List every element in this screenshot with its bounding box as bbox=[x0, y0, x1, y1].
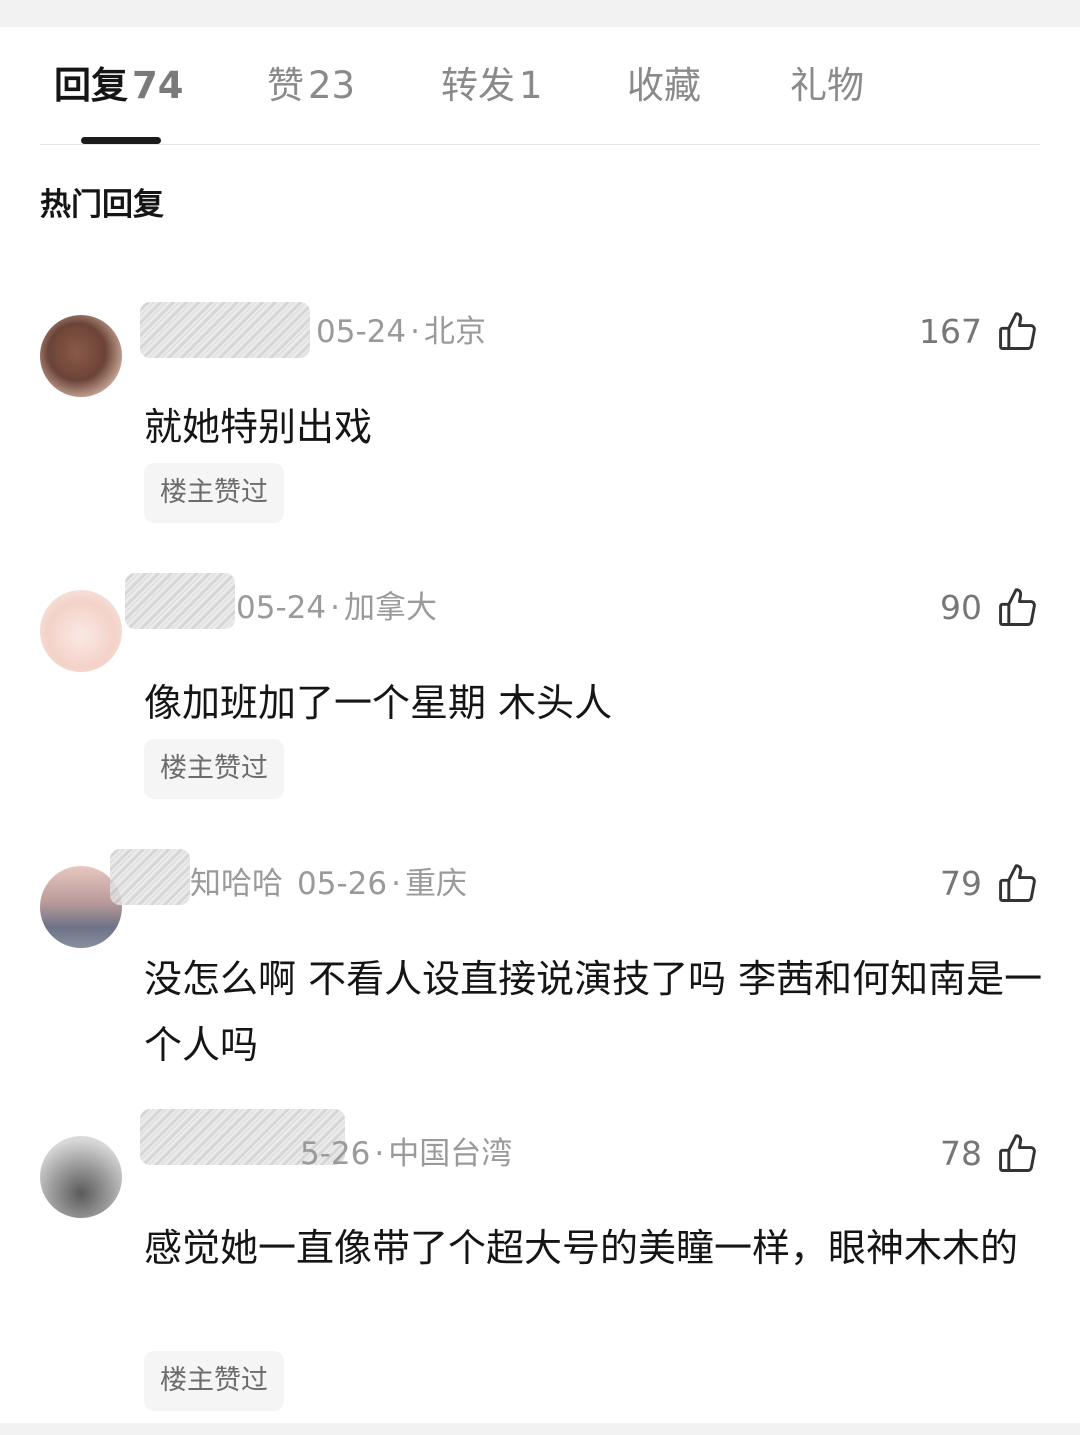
comment-meta: 知哈哈 05-26 · 重庆 bbox=[190, 866, 467, 902]
tab-likes-count: 23 bbox=[308, 64, 356, 107]
replies-panel: 回复 74 赞 23 转发 1 收藏 礼物 热门回复 05-24 · 北京 167 就她特… bbox=[0, 27, 1080, 1423]
comment-date: 05-26 bbox=[297, 866, 388, 902]
avatar[interactable] bbox=[40, 315, 122, 397]
thumbs-up-icon bbox=[999, 312, 1036, 350]
tab-reposts-count: 1 bbox=[519, 64, 543, 107]
comment-text: 感觉她一直像带了个超大号的美瞳一样，眼神木木的 bbox=[144, 1226, 1019, 1270]
comment-location: 北京 bbox=[423, 314, 486, 350]
comment-date: 05-24 bbox=[316, 314, 407, 350]
tab-favorites[interactable]: 收藏 bbox=[627, 61, 701, 111]
comment-location: 中国台湾 bbox=[388, 1136, 513, 1172]
tab-likes[interactable]: 赞 23 bbox=[267, 61, 355, 111]
comment-location: 加拿大 bbox=[343, 590, 437, 626]
like-count: 167 bbox=[919, 312, 982, 351]
like-count: 78 bbox=[940, 1134, 982, 1173]
author-liked-badge: 楼主赞过 bbox=[144, 1351, 284, 1411]
active-tab-indicator bbox=[81, 137, 161, 144]
tab-gifts[interactable]: 礼物 bbox=[790, 61, 864, 111]
tab-likes-label: 赞 bbox=[267, 64, 304, 107]
tab-reposts[interactable]: 转发 1 bbox=[441, 61, 543, 111]
comment-text: 就她特别出戏 bbox=[144, 405, 373, 449]
comment-meta: 05-24 · 北京 bbox=[316, 314, 486, 350]
tab-favorites-label: 收藏 bbox=[627, 64, 701, 107]
thumbs-up-icon bbox=[999, 864, 1036, 902]
like-button[interactable]: 78 bbox=[940, 1129, 1040, 1179]
tab-bar: 回复 74 赞 23 转发 1 收藏 礼物 bbox=[40, 27, 1040, 145]
comment-username[interactable]: 知哈哈 bbox=[190, 866, 283, 902]
tab-reposts-label: 转发 bbox=[441, 64, 515, 107]
comment-text: 没怎么啊 不看人设直接说演技了吗 李茜和何知南是一个人吗 bbox=[144, 957, 1043, 1067]
comment-date: 5-26 bbox=[300, 1136, 371, 1172]
like-count: 79 bbox=[940, 864, 982, 903]
tab-replies[interactable]: 回复 74 bbox=[54, 61, 184, 111]
thumbs-up-icon bbox=[999, 1134, 1036, 1172]
like-button[interactable]: 79 bbox=[940, 859, 1040, 909]
username-redacted[interactable] bbox=[125, 573, 235, 629]
tab-replies-label: 回复 bbox=[54, 64, 128, 107]
section-title: 热门回复 bbox=[40, 187, 164, 223]
like-button[interactable]: 90 bbox=[940, 583, 1040, 633]
username-redacted[interactable] bbox=[140, 302, 310, 358]
comment-meta: 5-26 · 中国台湾 bbox=[300, 1136, 513, 1172]
thumbs-up-icon bbox=[999, 588, 1036, 626]
comment-text: 像加班加了一个星期 木头人 bbox=[144, 681, 613, 725]
comment-location: 重庆 bbox=[404, 866, 467, 902]
tab-replies-count: 74 bbox=[132, 64, 184, 107]
tab-gifts-label: 礼物 bbox=[790, 64, 864, 107]
avatar[interactable] bbox=[40, 590, 122, 672]
like-count: 90 bbox=[940, 588, 982, 627]
author-liked-badge: 楼主赞过 bbox=[144, 739, 284, 799]
comment-meta: 05-24 · 加拿大 bbox=[236, 590, 437, 626]
comment-date: 05-24 bbox=[236, 590, 327, 626]
like-button[interactable]: 167 bbox=[919, 307, 1040, 357]
author-liked-badge: 楼主赞过 bbox=[144, 463, 284, 523]
username-redacted[interactable] bbox=[110, 849, 190, 905]
avatar[interactable] bbox=[40, 1136, 122, 1218]
